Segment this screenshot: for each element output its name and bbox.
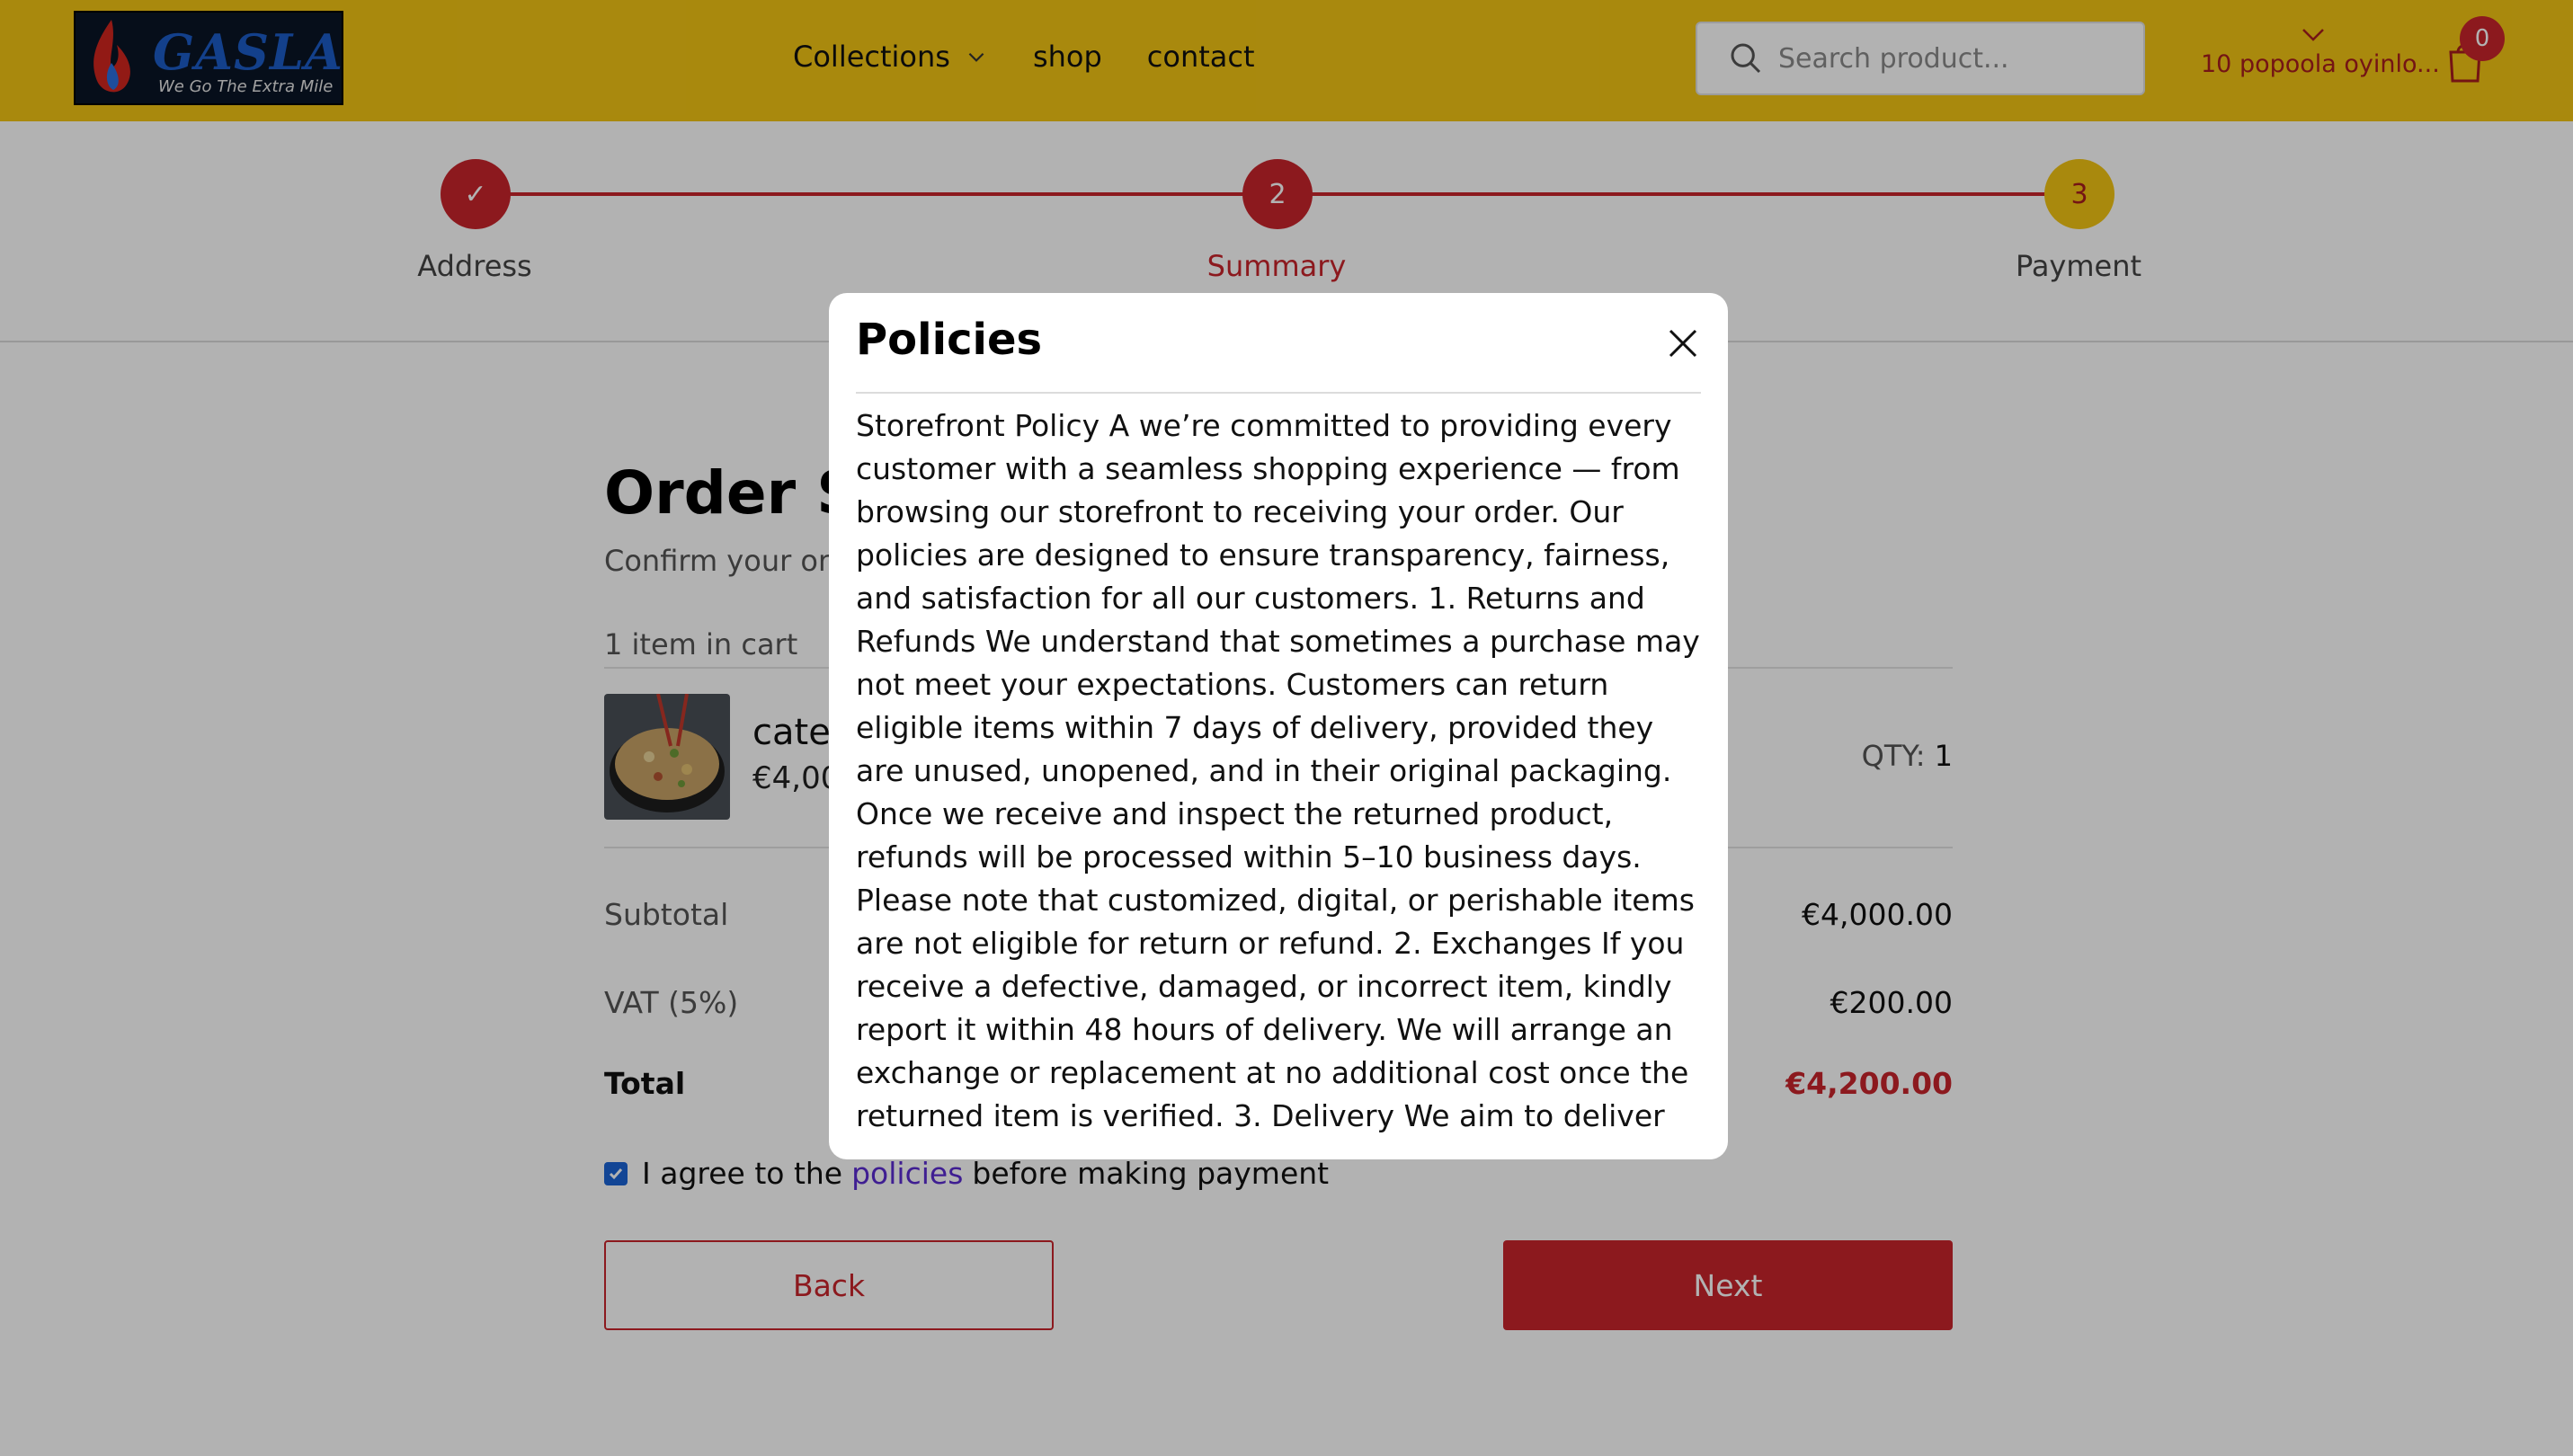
close-icon[interactable] (1665, 325, 1701, 361)
modal-divider (856, 392, 1701, 394)
policy-text[interactable]: Storefront Policy A we’re committed to p… (856, 404, 1701, 1132)
policies-modal: Policies Storefront Policy A we’re commi… (829, 293, 1728, 1159)
modal-title: Policies (856, 315, 1043, 365)
